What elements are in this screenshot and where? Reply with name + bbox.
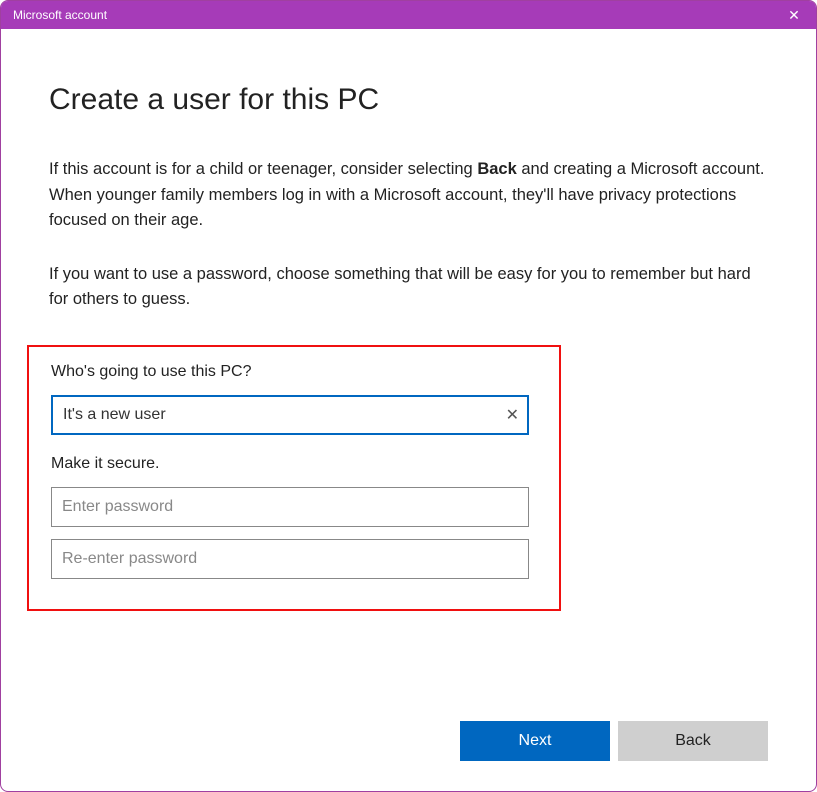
back-button[interactable]: Back — [618, 721, 768, 761]
who-label: Who's going to use this PC? — [51, 363, 537, 381]
username-input-wrap: ✕ — [51, 395, 529, 435]
password-input[interactable] — [51, 487, 529, 527]
next-button[interactable]: Next — [460, 721, 610, 761]
para1-bold: Back — [477, 160, 516, 178]
username-input[interactable] — [51, 395, 529, 435]
dialog-window: Microsoft account ✕ Create a user for th… — [0, 0, 817, 792]
clear-input-icon[interactable]: ✕ — [506, 405, 519, 425]
titlebar: Microsoft account ✕ — [1, 1, 816, 29]
form-highlight-box: Who's going to use this PC? ✕ Make it se… — [27, 345, 561, 611]
reenter-password-input-wrap — [51, 539, 529, 579]
footer-buttons: Next Back — [460, 721, 768, 761]
password-input-wrap — [51, 487, 529, 527]
content-area: Create a user for this PC If this accoun… — [1, 29, 816, 791]
page-title: Create a user for this PC — [49, 83, 768, 117]
info-paragraph-2: If you want to use a password, choose so… — [49, 262, 768, 313]
info-paragraph-1: If this account is for a child or teenag… — [49, 157, 768, 234]
para1-pre: If this account is for a child or teenag… — [49, 160, 477, 178]
close-icon[interactable]: ✕ — [784, 7, 804, 24]
reenter-password-input[interactable] — [51, 539, 529, 579]
window-title: Microsoft account — [13, 8, 107, 22]
secure-label: Make it secure. — [51, 455, 537, 473]
